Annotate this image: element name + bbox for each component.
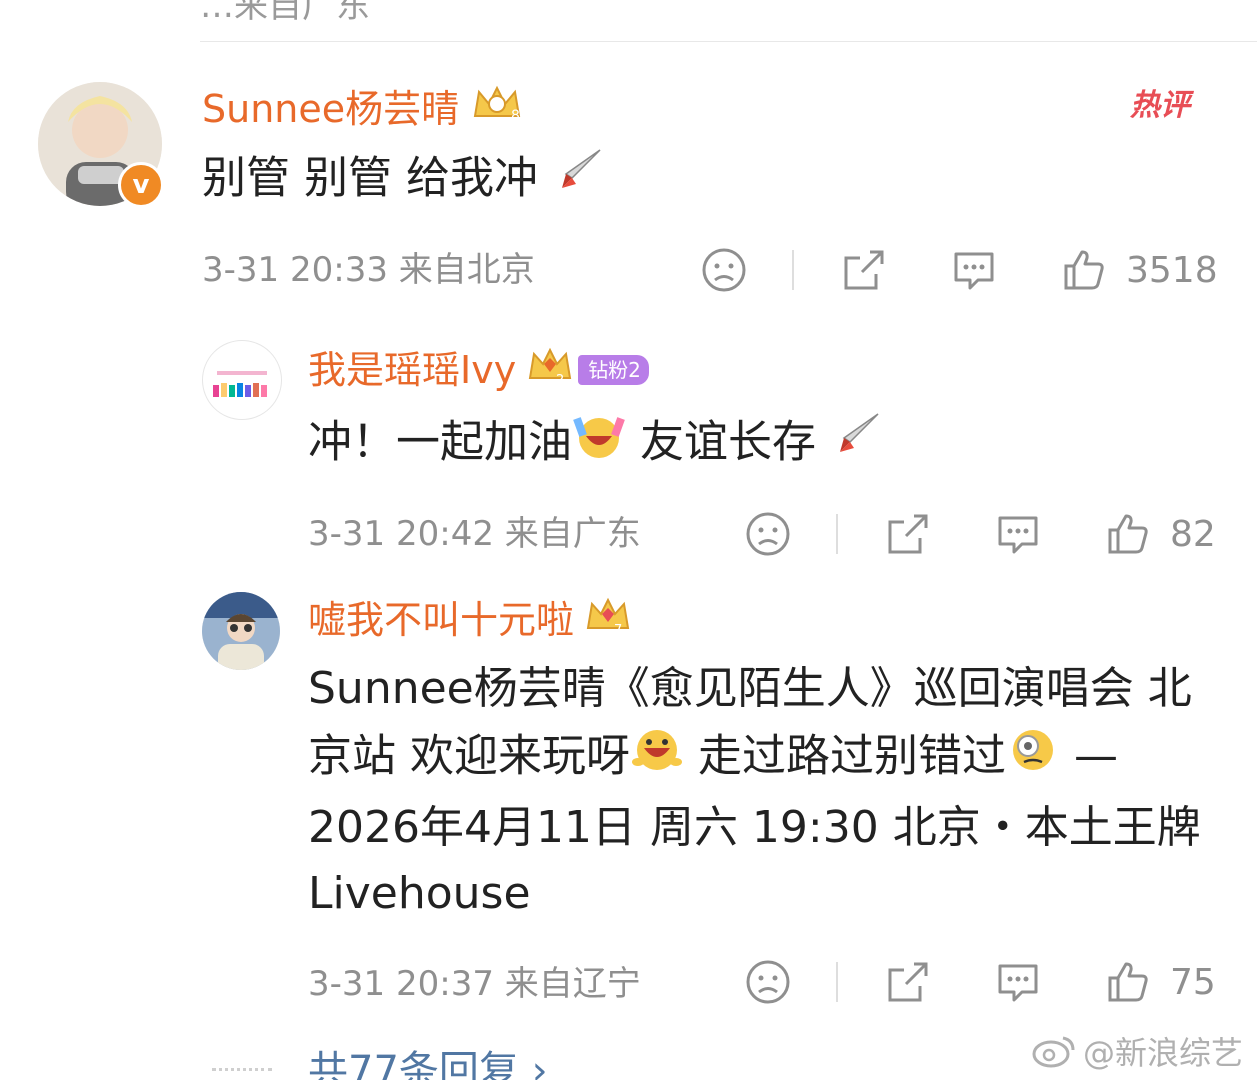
share-icon: [888, 962, 928, 1002]
chevron-right-icon: ›: [531, 1048, 548, 1080]
username: 嘘我不叫十元啦: [308, 598, 575, 642]
comment-thread: …来自广东 v Sunnee杨芸晴 8 热评 别管 别管 给我冲 3-31 20…: [0, 0, 1257, 1080]
username-link[interactable]: 嘘我不叫十元啦 7: [308, 594, 632, 646]
share-icon: [844, 250, 884, 290]
comment-meta: 3-31 20:42 来自广东: [308, 514, 641, 554]
dotted-divider: [212, 1068, 272, 1075]
username-link[interactable]: 我是瑶瑶Ivy 2 钻粉2: [308, 344, 649, 396]
share-button[interactable]: [884, 510, 932, 558]
comment-time: 3-31 20:37: [308, 964, 494, 1004]
share-button[interactable]: [840, 246, 888, 294]
username-link[interactable]: Sunnee杨芸晴 8: [202, 82, 525, 136]
dislike-button[interactable]: [744, 510, 792, 558]
dizzy-emoji-icon: [1006, 722, 1060, 795]
svg-text:7: 7: [614, 623, 622, 636]
action-separator: [836, 962, 838, 1002]
comment-body: 冲！一起加油: [308, 416, 572, 468]
comment-actions: 82: [744, 510, 1220, 558]
weibo-logo-icon: [1032, 1036, 1075, 1068]
like-button[interactable]: 3518: [1060, 246, 1218, 294]
sad-face-icon: [746, 960, 790, 1004]
verified-badge: v: [118, 162, 164, 208]
share-button[interactable]: [884, 958, 932, 1006]
comment-text: 别管 别管 给我冲: [202, 144, 606, 217]
rocket-icon: [830, 408, 884, 481]
username: 我是瑶瑶Ivy: [308, 348, 517, 392]
like-button[interactable]: 75: [1104, 958, 1216, 1006]
more-replies-text: 共77条回复: [308, 1048, 519, 1080]
comment-body-continued: 友谊长存: [626, 416, 816, 468]
like-count: 75: [1170, 961, 1216, 1003]
dislike-button[interactable]: [744, 958, 792, 1006]
comment-actions: 3518: [700, 246, 1220, 294]
comment-body-continued: 走过路过别错过: [684, 730, 1006, 782]
comment-time: 3-31 20:42: [308, 514, 494, 554]
crown-badge-icon: 2: [526, 344, 574, 396]
comment-meta: 3-31 20:37 来自辽宁: [308, 964, 641, 1004]
watermark-text: @新浪综艺: [1082, 1034, 1243, 1072]
comment-location: 来自辽宁: [504, 964, 641, 1004]
crown-badge-icon: 8: [469, 82, 525, 136]
comment-body: 别管 别管 给我冲: [202, 152, 538, 204]
like-count: 82: [1170, 513, 1216, 555]
verified-letter: v: [132, 170, 150, 200]
dislike-button[interactable]: [700, 246, 748, 294]
previous-comment-meta: …来自广东: [200, 0, 1217, 26]
thumbs-up-icon: [1108, 514, 1148, 554]
svg-text:8: 8: [511, 108, 520, 124]
comment-bubble-icon: [998, 964, 1038, 1002]
cheer-emoji-icon: [572, 408, 626, 481]
divider: [200, 41, 1257, 42]
sad-face-icon: [746, 512, 790, 556]
reply-button[interactable]: [994, 958, 1042, 1006]
comment-location: 来自广东: [504, 514, 641, 554]
crown-badge-icon: 7: [584, 594, 632, 646]
action-separator: [836, 514, 838, 554]
like-button[interactable]: 82: [1104, 510, 1216, 558]
comment-text: Sunnee杨芸晴《愈见陌生人》巡回演唱会 北京站 欢迎来玩呀 走过路过别错过 …: [308, 656, 1228, 927]
hot-comment-label: 热评: [1130, 80, 1190, 124]
rocket-icon: [552, 144, 606, 217]
comment-text: 冲！一起加油 友谊长存: [308, 408, 884, 481]
watermark: @新浪综艺: [1031, 1028, 1243, 1074]
more-replies-link[interactable]: 共77条回复 ›: [308, 1038, 548, 1080]
comment-actions: 75: [744, 958, 1220, 1006]
comment-location: 来自北京: [398, 250, 535, 290]
reply-button[interactable]: [994, 510, 1042, 558]
comment-time: 3-31 20:33: [202, 250, 388, 290]
share-icon: [888, 514, 928, 554]
fan-level-badge: 钻粉2: [578, 355, 649, 385]
comment-bubble-icon: [954, 252, 994, 290]
happy-emoji-icon: [630, 722, 684, 795]
avatar[interactable]: [202, 340, 282, 420]
comment-bubble-icon: [998, 516, 1038, 554]
username: Sunnee杨芸晴: [202, 87, 460, 131]
sad-face-icon: [702, 248, 746, 292]
comment-meta: 3-31 20:33 来自北京: [202, 250, 535, 290]
avatar[interactable]: [202, 592, 280, 670]
hot-label-text: 热评: [1130, 88, 1190, 123]
thumbs-up-icon: [1064, 250, 1104, 290]
reply-button[interactable]: [950, 246, 998, 294]
previous-meta-text: …来自广东: [200, 0, 370, 26]
thumbs-up-icon: [1108, 962, 1148, 1002]
like-count: 3518: [1126, 249, 1218, 291]
svg-text:2: 2: [556, 373, 564, 386]
action-separator: [792, 250, 794, 290]
